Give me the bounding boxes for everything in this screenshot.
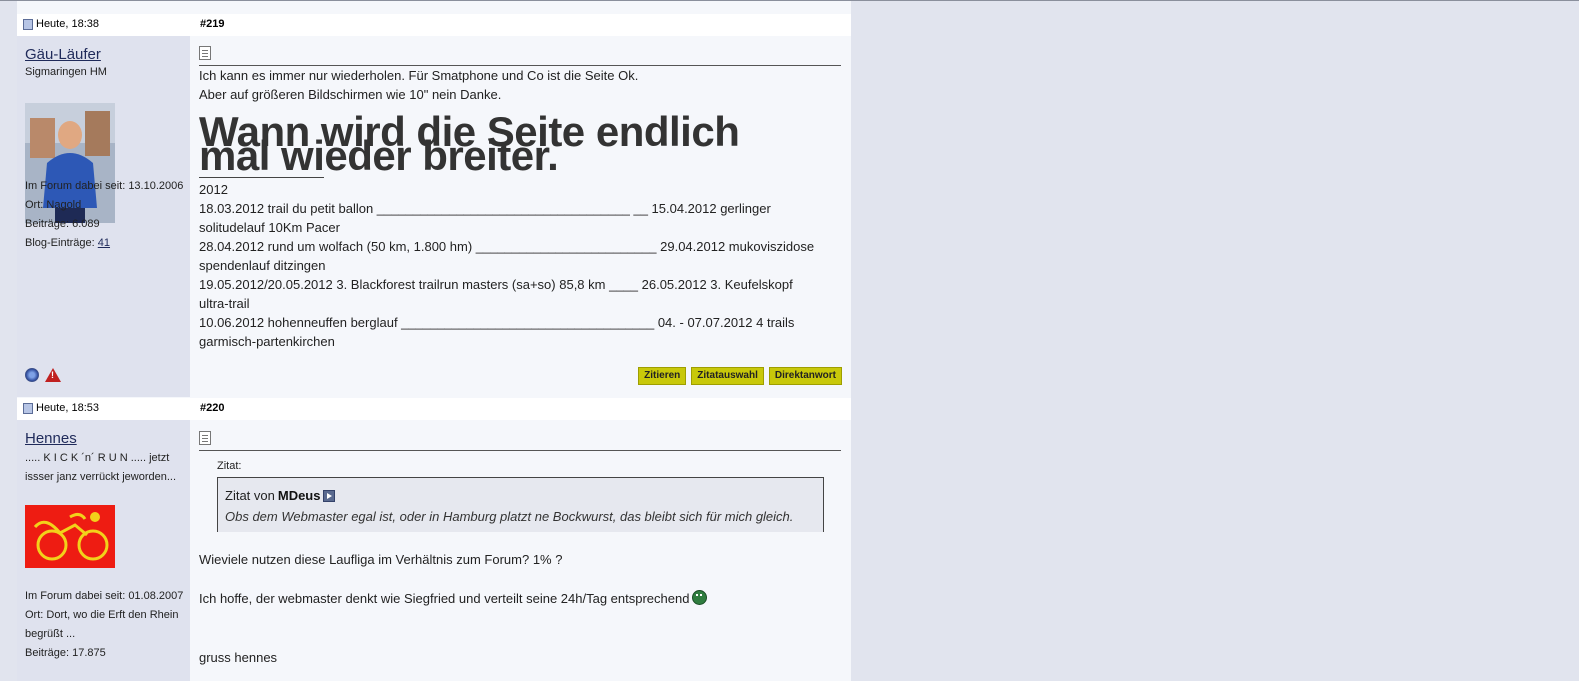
post-number[interactable]: #220 <box>200 402 224 414</box>
user-blog-entries: Blog-Einträge: 41 <box>25 234 185 253</box>
quote-label: Zitat: <box>217 460 242 472</box>
user-status-icons <box>25 368 61 382</box>
blog-entries-label: Blog-Einträge: <box>25 237 98 249</box>
online-status-icon <box>25 368 39 382</box>
quote-text: Obs dem Webmaster egal ist, oder in Hamb… <box>225 509 794 524</box>
post-body: Gäu-Läufer Sigmaringen HM Im Forum dabei… <box>17 36 851 397</box>
post-header: Heute, 18:38 #219 <box>17 14 851 36</box>
post-header: Heute, 18:53 #220 <box>17 398 851 420</box>
post-date: Heute, 18:38 <box>23 18 99 30</box>
post-old-icon <box>23 402 33 414</box>
post-number[interactable]: #219 <box>200 18 224 30</box>
user-sidebar: Hennes ..... K I C K ´n´ R U N ..... jet… <box>17 420 190 681</box>
multi-quote-button[interactable]: Zitatauswahl <box>691 367 764 385</box>
post-big-text: mal wieder breiter. <box>199 132 559 179</box>
view-post-arrow-icon[interactable] <box>323 489 336 502</box>
user-location: Ort: Dort, wo die Erft den Rhein <box>25 609 179 621</box>
user-title: Sigmaringen HM <box>25 66 107 78</box>
signature-line: 19.05.2012/20.05.2012 3. Blackforest tra… <box>199 277 793 292</box>
user-title: issser janz verrückt jeworden... <box>25 471 176 483</box>
post-body: Hennes ..... K I C K ´n´ R U N ..... jet… <box>17 420 851 681</box>
post-text-line: Ich kann es immer nur wiederholen. Für S… <box>199 68 639 83</box>
quote-author: MDeus <box>277 488 321 503</box>
post-number-link[interactable]: #219 <box>200 18 224 30</box>
direct-reply-button[interactable]: Direktanwort <box>768 367 842 385</box>
post-220: Heute, 18:53 #220 Hennes ..... K I C K ´… <box>17 398 851 681</box>
blog-entries-link[interactable]: 41 <box>98 237 110 249</box>
signature-line: 28.04.2012 rund um wolfach (50 km, 1.800… <box>199 239 815 254</box>
user-joined: Im Forum dabei seit: 13.10.2006 <box>25 180 184 192</box>
post-text: Ich hoffe, der webmaster denkt wie Siegf… <box>199 591 690 606</box>
user-sidebar: Gäu-Läufer Sigmaringen HM Im Forum dabei… <box>17 36 190 397</box>
post-219: Heute, 18:38 #219 Gäu-Läufer Sigmaringen… <box>17 14 851 397</box>
post-actions: Zitieren Zitatauswahl Direktanwort <box>638 367 842 385</box>
post-text-line: Wieviele nutzen diese Laufliga im Verhäl… <box>199 552 563 567</box>
user-post-count: Beiträge: 17.875 <box>25 647 106 659</box>
post-content: Zitat: Zitat von MDeus Obs dem Webmaster… <box>190 420 851 681</box>
post-date-text: Heute, 18:53 <box>36 402 99 414</box>
user-location: Ort: Nagold <box>25 199 82 211</box>
signature-line: spendenlauf ditzingen <box>199 258 326 273</box>
signature-line: garmisch-partenkirchen <box>199 334 335 349</box>
left-margin <box>0 1 17 680</box>
signature-line: solitudelauf 10Km Pacer <box>199 220 340 235</box>
signature-line: 2012 <box>199 182 228 197</box>
report-post-icon[interactable] <box>45 368 61 382</box>
username-link[interactable]: Hennes <box>25 430 77 447</box>
post-document-icon <box>199 46 211 60</box>
user-location: begrüßt ... <box>25 628 76 640</box>
signature-line: 18.03.2012 trail du petit ballon _______… <box>199 201 771 216</box>
post-date: Heute, 18:53 <box>23 402 99 414</box>
quote-button[interactable]: Zitieren <box>638 367 687 385</box>
post-text-line: Ich hoffe, der webmaster denkt wie Siegf… <box>199 589 708 608</box>
thread-page: Heute, 18:38 #219 Gäu-Läufer Sigmaringen… <box>17 1 851 681</box>
post-old-icon <box>23 18 33 30</box>
post-content: Ich kann es immer nur wiederholen. Für S… <box>190 36 851 397</box>
quote-box: Zitat von MDeus Obs dem Webmaster egal i… <box>217 477 824 532</box>
smiley-icon <box>692 590 708 605</box>
user-post-count: Beiträge: 6.089 <box>25 218 100 230</box>
post-document-icon <box>199 431 211 445</box>
user-joined: Im Forum dabei seit: 01.08.2007 <box>25 590 184 602</box>
post-number-link[interactable]: #220 <box>200 402 224 414</box>
username-link[interactable]: Gäu-Läufer <box>25 46 101 63</box>
post-date-text: Heute, 18:38 <box>36 18 99 30</box>
quote-from: Zitat von MDeus <box>225 488 336 503</box>
quote-from-prefix: Zitat von <box>225 488 275 503</box>
user-title: ..... K I C K ´n´ R U N ..... jetzt <box>25 452 170 464</box>
signature-line: 10.06.2012 hohenneuffen berglauf _______… <box>199 315 795 330</box>
post-text-line: gruss hennes <box>199 650 278 665</box>
post-divider <box>199 450 841 451</box>
signature-line: ultra-trail <box>199 296 250 311</box>
signature-divider <box>199 177 324 178</box>
post-text-line: Aber auf größeren Bildschirmen wie 10" n… <box>199 87 502 102</box>
user-avatar[interactable] <box>25 505 115 568</box>
